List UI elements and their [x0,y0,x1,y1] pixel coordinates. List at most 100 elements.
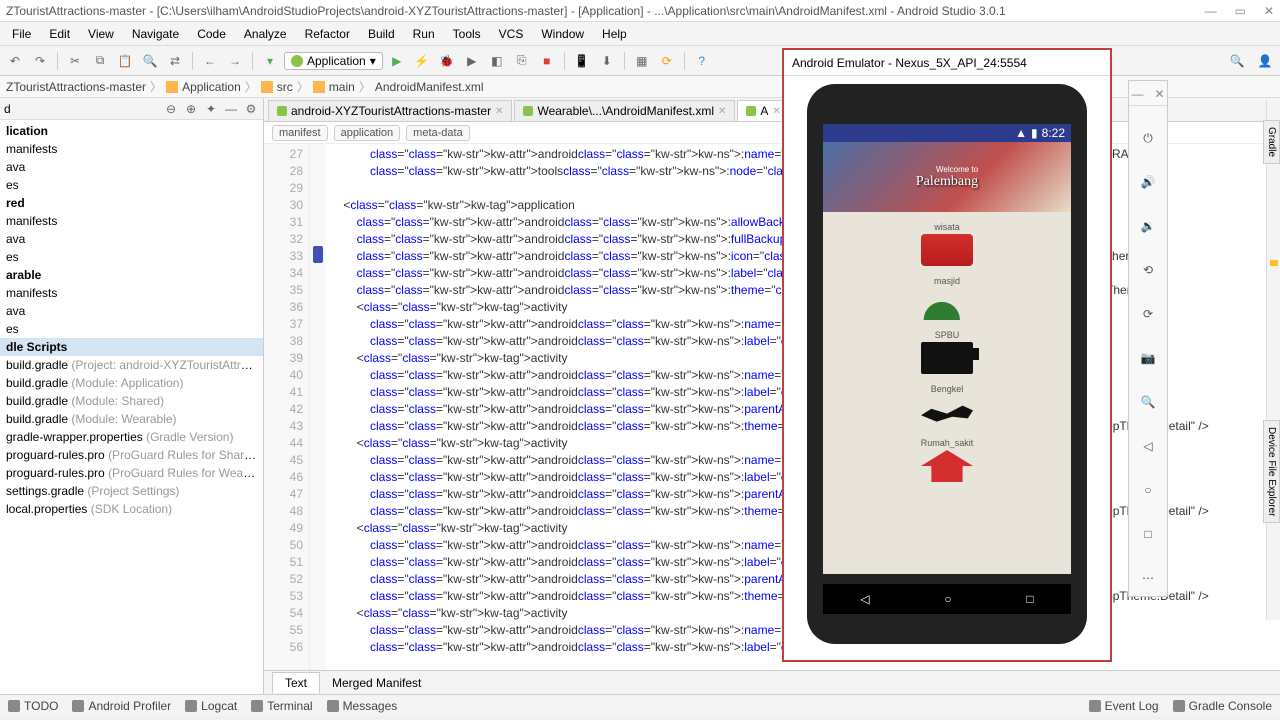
status-logcat[interactable]: Logcat [185,699,237,713]
home-icon[interactable]: ○ [1136,478,1160,502]
tree-item[interactable]: arable [0,266,263,284]
app-item-wisata[interactable]: wisata [921,222,973,268]
phone-nav-bar[interactable]: ◁ ○ □ [823,584,1071,614]
back-icon[interactable]: ◁ [1136,434,1160,458]
emu-minimize-button[interactable]: — [1131,87,1143,101]
close-icon[interactable]: ✕ [718,106,726,117]
gradle-tool-tab[interactable]: Gradle [1263,120,1280,164]
power-icon[interactable]: ⏻ [1136,126,1160,150]
tree-item[interactable]: manifests [0,212,263,230]
menu-help[interactable]: Help [594,25,635,43]
make-button[interactable]: ▾ [259,50,281,72]
emulator-window[interactable]: Android Emulator - Nexus_5X_API_24:5554 … [782,48,1112,662]
maximize-button[interactable]: ▭ [1235,4,1246,18]
help-button[interactable]: ? [691,50,713,72]
camera-icon[interactable]: 📷 [1136,346,1160,370]
stop-button[interactable]: ■ [536,50,558,72]
breakpoint-icon[interactable] [313,246,323,263]
sdk-button[interactable]: ⬇ [596,50,618,72]
tree-item[interactable]: es [0,320,263,338]
breadcrumb-segment[interactable]: main [329,80,355,94]
status-gradle-console[interactable]: Gradle Console [1173,699,1272,713]
status-android-profiler[interactable]: Android Profiler [72,699,171,713]
tree-item[interactable]: dle Scripts [0,338,263,356]
avd-button[interactable]: 📱 [571,50,593,72]
menu-run[interactable]: Run [405,25,443,43]
status-todo[interactable]: TODO [8,699,58,713]
volume-down-icon[interactable]: 🔉 [1136,214,1160,238]
attach-button[interactable]: ⎘ [511,50,533,72]
apply-changes-button[interactable]: ⚡ [411,50,433,72]
back-button[interactable]: ↶ [4,50,26,72]
gear-icon[interactable]: ⚙ [243,101,259,117]
app-item-masjid[interactable]: masjid [921,276,973,322]
volume-up-icon[interactable]: 🔊 [1136,170,1160,194]
nav-home-icon[interactable]: ○ [944,592,951,606]
tree-item[interactable]: proguard-rules.pro (ProGuard Rules for W… [0,464,263,482]
project-view-label[interactable]: d [4,102,11,116]
layout-button[interactable]: ▦ [631,50,653,72]
emu-close-button[interactable]: ✕ [1154,87,1164,101]
menu-edit[interactable]: Edit [41,25,78,43]
breadcrumb-segment[interactable]: AndroidManifest.xml [375,80,484,94]
hide-icon[interactable]: — [223,101,239,117]
status-event-log[interactable]: Event Log [1089,699,1159,713]
tree-item[interactable]: manifests [0,140,263,158]
close-icon[interactable]: ✕ [495,106,503,117]
close-icon[interactable]: ✕ [772,106,780,117]
menu-view[interactable]: View [80,25,122,43]
bottom-tab-merged-manifest[interactable]: Merged Manifest [320,673,433,693]
tree-item[interactable]: es [0,176,263,194]
profile-button[interactable]: ◧ [486,50,508,72]
tree-item[interactable]: red [0,194,263,212]
tree-item[interactable]: ava [0,230,263,248]
app-item-SPBU[interactable]: SPBU [921,330,973,376]
paste-button[interactable]: 📋 [114,50,136,72]
collapse-icon[interactable]: ⊖ [163,101,179,117]
menu-window[interactable]: Window [533,25,592,43]
tree-item[interactable]: settings.gradle (Project Settings) [0,482,263,500]
locate-icon[interactable]: ⊕ [183,101,199,117]
menu-analyze[interactable]: Analyze [236,25,295,43]
tree-item[interactable]: build.gradle (Module: Wearable) [0,410,263,428]
coverage-button[interactable]: ▶ [461,50,483,72]
more-icon[interactable]: ⋯ [1136,566,1160,590]
xml-crumb[interactable]: manifest [272,125,328,141]
overview-icon[interactable]: □ [1136,522,1160,546]
tree-item[interactable]: manifests [0,284,263,302]
menu-navigate[interactable]: Navigate [124,25,187,43]
tree-item[interactable]: build.gradle (Module: Application) [0,374,263,392]
rotate-right-icon[interactable]: ⟳ [1136,302,1160,326]
menu-vcs[interactable]: VCS [491,25,532,43]
editor-tab[interactable]: android-XYZTouristAttractions-master✕ [268,100,512,121]
find-button[interactable]: 🔍 [139,50,161,72]
nav-back-icon[interactable]: ◁ [860,592,869,606]
xml-crumb[interactable]: meta-data [406,125,470,141]
nav-back-button[interactable]: ← [199,50,221,72]
run-button[interactable]: ▶ [386,50,408,72]
tree-item[interactable]: gradle-wrapper.properties (Gradle Versio… [0,428,263,446]
editor-tab[interactable]: Wearable\...\AndroidManifest.xml✕ [514,100,735,121]
breadcrumb-segment[interactable]: Application [182,80,241,94]
breadcrumb-segment[interactable]: src [277,80,293,94]
debug-button[interactable]: 🐞 [436,50,458,72]
copy-button[interactable]: ⧉ [89,50,111,72]
tree-item[interactable]: ava [0,302,263,320]
menu-file[interactable]: File [4,25,39,43]
tree-item[interactable]: es [0,248,263,266]
status-terminal[interactable]: Terminal [251,699,312,713]
forward-button[interactable]: ↷ [29,50,51,72]
menu-refactor[interactable]: Refactor [297,25,358,43]
tree-item[interactable]: build.gradle (Module: Shared) [0,392,263,410]
status-messages[interactable]: Messages [327,699,398,713]
bottom-tab-text[interactable]: Text [272,672,320,693]
close-button[interactable]: ✕ [1264,4,1274,18]
minimize-button[interactable]: — [1205,4,1217,18]
phone-screen[interactable]: ▲ ▮ 8:22 Welcome to Palembang wisatamasj… [823,124,1071,574]
rotate-left-icon[interactable]: ⟲ [1136,258,1160,282]
user-icon[interactable]: 👤 [1254,50,1276,72]
settings-icon[interactable]: ✦ [203,101,219,117]
project-tree[interactable]: licationmanifestsavaesredmanifestsavaesa… [0,120,263,694]
xml-crumb[interactable]: application [334,125,401,141]
tree-item[interactable]: local.properties (SDK Location) [0,500,263,518]
